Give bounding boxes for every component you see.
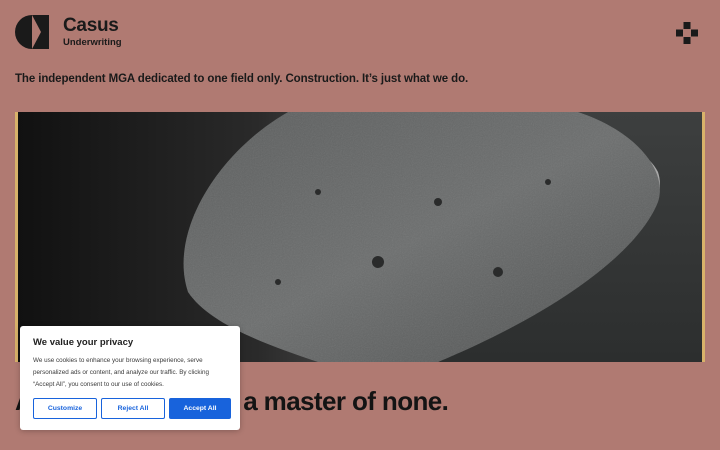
- brand-text: Casus Underwriting: [63, 16, 122, 48]
- menu-button[interactable]: [676, 22, 698, 44]
- brand-subtitle: Underwriting: [63, 37, 122, 49]
- cookie-title: We value your privacy: [33, 337, 134, 348]
- concrete-cylinder-photo: [18, 112, 702, 362]
- page: Casus Underwriting The independent MGA d…: [0, 0, 720, 450]
- cookie-consent-banner: We value your privacy We use cookies to …: [20, 326, 240, 430]
- brand-logo-link[interactable]: Casus Underwriting: [15, 15, 122, 49]
- reject-all-button[interactable]: Reject All: [101, 398, 165, 419]
- plus-cross-menu-icon: [676, 22, 698, 44]
- tagline: The independent MGA dedicated to one fie…: [15, 73, 469, 85]
- casus-c-logo-icon: [15, 15, 49, 49]
- cookie-buttons: Customize Reject All Accept All: [33, 398, 231, 419]
- headline-visible: a master of none.: [243, 386, 449, 416]
- customize-button[interactable]: Customize: [33, 398, 97, 419]
- brand-name: Casus: [63, 15, 119, 37]
- accept-all-button[interactable]: Accept All: [169, 398, 231, 419]
- hero-image: [15, 112, 705, 362]
- cookie-description: We use cookies to enhance your browsing …: [33, 357, 209, 388]
